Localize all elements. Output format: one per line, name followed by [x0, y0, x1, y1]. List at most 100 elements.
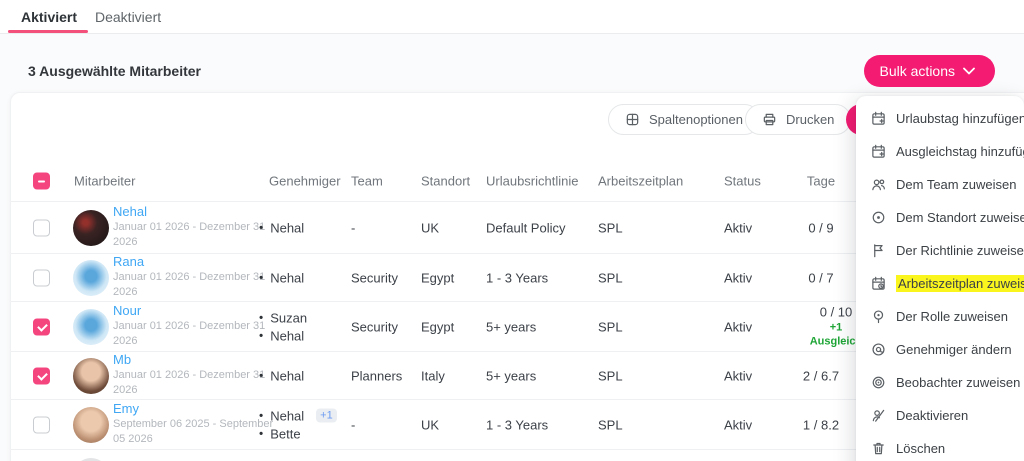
menu-item-beobachter-zuweisen[interactable]: Beobachter zuweisen — [856, 366, 1024, 399]
tab-bar: Aktiviert Deaktiviert — [0, 0, 1024, 34]
schedule-cell: SPL — [598, 417, 623, 432]
menu-item-der-rolle-zuweisen[interactable]: Der Rolle zuweisen — [856, 300, 1024, 333]
employee-name-link[interactable]: Rana — [113, 254, 281, 269]
calendar-add-icon — [871, 111, 887, 127]
selection-count: 3 — [28, 63, 36, 79]
standort-cell: UK — [421, 417, 440, 432]
team-cell: - — [351, 220, 356, 235]
schedule-cell: SPL — [598, 220, 623, 235]
policy-cell: Default Policy — [486, 220, 566, 235]
avatar[interactable] — [73, 406, 109, 443]
selection-label: Ausgewählte Mitarbeiter — [39, 63, 201, 79]
table-row: Mb Januar 01 2026 - Dezember 31 2026 Neh… — [11, 351, 891, 399]
status-cell: Aktiv — [724, 368, 753, 383]
row-checkbox[interactable] — [33, 318, 50, 335]
employee-period: Januar 01 2026 - Dezember 31 2026 — [113, 270, 266, 299]
employee-period: Januar 01 2026 - Dezember 31 2026 — [113, 319, 266, 348]
employee-name-link[interactable]: Emy — [113, 401, 281, 416]
status-cell: Aktiv — [724, 270, 753, 285]
row-checkbox[interactable] — [33, 416, 50, 433]
approver-name: Nehal+1 — [259, 408, 337, 423]
avatar[interactable] — [73, 357, 109, 394]
employee-name-link[interactable]: Nour — [113, 303, 281, 318]
menu-item-label: Der Richtlinie zuweisen — [896, 243, 1024, 258]
standort-cell: Egypt — [421, 319, 455, 334]
table-row: Rana Januar 01 2026 - Dezember 31 2026 N… — [11, 253, 891, 301]
approver-overflow-badge[interactable]: +1 — [316, 408, 337, 423]
observer-eye-icon — [871, 375, 887, 391]
menu-item-label: Urlaubstag hinzufügen — [896, 111, 1024, 126]
calendar-clock-icon — [871, 276, 887, 292]
tage-cell: 1 / 8.2 — [802, 417, 840, 432]
chevron-down-icon — [963, 63, 979, 79]
employee-period: Januar 01 2026 - Dezember 31 2026 — [113, 368, 266, 397]
flag-icon — [871, 243, 887, 259]
tage-cell: 2 / 6.7 — [802, 368, 840, 383]
status-cell: Aktiv — [724, 319, 753, 334]
menu-item-dem-team-zuweisen[interactable]: Dem Team zuweisen — [856, 168, 1024, 201]
role-pin-icon — [871, 309, 887, 325]
table-header-row: Mitarbeiter Genehmiger Team Standort Url… — [11, 161, 891, 201]
print-label: Drucken — [786, 112, 835, 127]
deactivate-person-icon — [871, 408, 887, 424]
avatar[interactable] — [73, 259, 109, 296]
header-arbeitszeitplan: Arbeitszeitplan — [598, 173, 684, 189]
approver-name: Nehal — [259, 368, 304, 383]
approver-name: Nehal — [259, 270, 304, 285]
menu-item-label: Der Rolle zuweisen — [896, 309, 1008, 324]
approver-name: Nehal — [259, 220, 304, 235]
header-team: Team — [351, 173, 383, 189]
header-status: Status — [724, 173, 761, 189]
menu-item-label: Ausgleichstag hinzufügen — [896, 144, 1024, 159]
team-icon — [871, 177, 887, 193]
schedule-cell: SPL — [598, 368, 623, 383]
row-checkbox[interactable] — [33, 219, 50, 236]
menu-item-label: Genehmiger ändern — [896, 342, 1012, 357]
menu-item-genehmiger-aendern[interactable]: Genehmiger ändern — [856, 333, 1024, 366]
grid-icon — [625, 112, 641, 128]
policy-cell: 5+ years — [486, 368, 537, 383]
menu-item-der-richtlinie-zuweisen[interactable]: Der Richtlinie zuweisen — [856, 234, 1024, 267]
team-cell: Security — [351, 270, 398, 285]
avatar[interactable] — [73, 209, 109, 246]
column-options-button[interactable]: Spaltenoptionen — [608, 104, 760, 135]
employee-name-link[interactable]: Mb — [113, 352, 281, 367]
menu-item-loeschen[interactable]: Löschen — [856, 432, 1024, 461]
team-cell: Planners — [351, 368, 403, 383]
menu-item-dem-standort-zuweisen[interactable]: Dem Standort zuweisen — [856, 201, 1024, 234]
menu-item-ausgleichstag-hinzufuegen[interactable]: Ausgleichstag hinzufügen — [856, 135, 1024, 168]
menu-item-deaktivieren[interactable]: Deaktivieren — [856, 399, 1024, 432]
policy-cell: 1 - 3 Years — [486, 270, 549, 285]
approver-name: Nehal — [259, 328, 307, 343]
bulk-actions-button[interactable]: Bulk actions — [863, 55, 995, 87]
tage-cell: 0 / 7 — [808, 270, 834, 285]
printer-icon — [762, 112, 778, 128]
print-button[interactable]: Drucken — [745, 104, 852, 135]
status-cell: Aktiv — [724, 220, 753, 235]
approver-name: Suzan — [259, 310, 307, 325]
select-all-checkbox[interactable] — [33, 172, 50, 190]
active-tab-indicator — [8, 30, 88, 33]
policy-cell: 1 - 3 Years — [486, 417, 549, 432]
employee-name-link[interactable]: Nehal — [113, 204, 281, 219]
schedule-cell: SPL — [598, 270, 623, 285]
row-checkbox[interactable] — [33, 269, 50, 286]
header-genehmiger: Genehmiger — [269, 173, 341, 189]
menu-item-label: Dem Team zuweisen — [896, 177, 1017, 192]
table-row: Nehal Januar 01 2026 - Dezember 31 2026 … — [11, 201, 891, 253]
calendar-add-icon — [871, 144, 887, 160]
menu-item-arbeitszeitplan-zuweisen[interactable]: Arbeitszeitplan zuweisen — [856, 267, 1024, 300]
tab-deaktiviert[interactable]: Deaktiviert — [95, 9, 161, 25]
standort-cell: UK — [421, 220, 440, 235]
header-mitarbeiter: Mitarbeiter — [74, 173, 136, 189]
menu-item-label: Deaktivieren — [896, 408, 969, 423]
avatar[interactable] — [73, 308, 109, 345]
tage-value: 0 / 10 — [819, 304, 853, 320]
row-checkbox[interactable] — [33, 367, 50, 384]
bulk-actions-label: Bulk actions — [879, 63, 955, 79]
column-options-label: Spaltenoptionen — [649, 112, 743, 127]
tab-aktiviert[interactable]: Aktiviert — [21, 9, 77, 25]
menu-item-label: Beobachter zuweisen — [896, 375, 1021, 390]
menu-item-urlaubstag-hinzufuegen[interactable]: Urlaubstag hinzufügen — [856, 102, 1024, 135]
team-cell: Security — [351, 319, 398, 334]
